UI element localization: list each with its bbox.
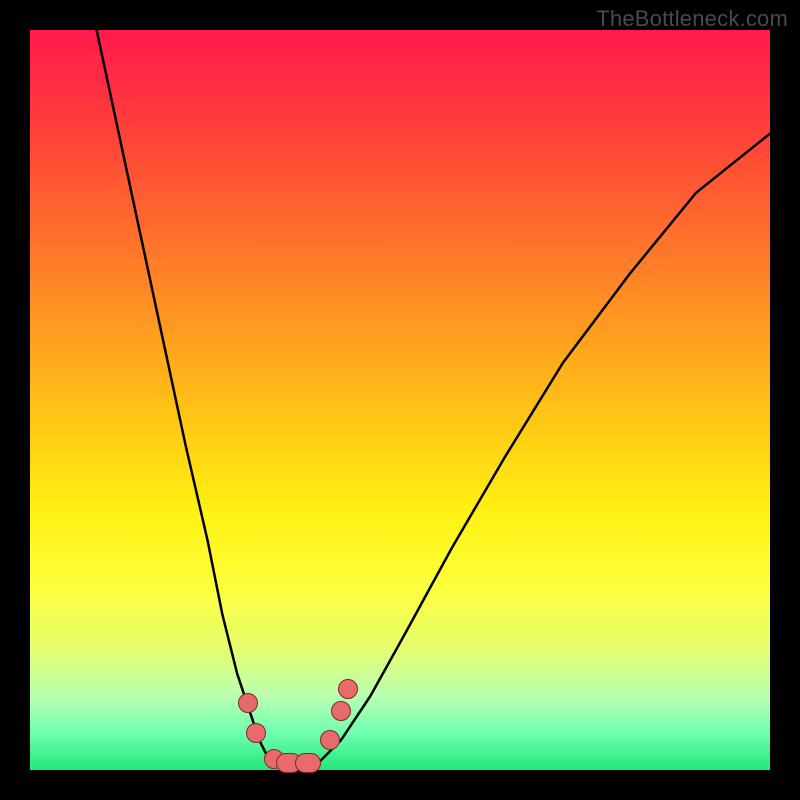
data-marker	[246, 723, 266, 743]
data-marker	[338, 679, 358, 699]
data-marker	[320, 730, 340, 750]
data-marker	[331, 701, 351, 721]
chart-line	[30, 30, 770, 770]
data-marker	[295, 753, 321, 773]
chart-line-path	[97, 30, 770, 763]
chart-plot-area	[30, 30, 770, 770]
watermark-text: TheBottleneck.com	[596, 6, 788, 32]
